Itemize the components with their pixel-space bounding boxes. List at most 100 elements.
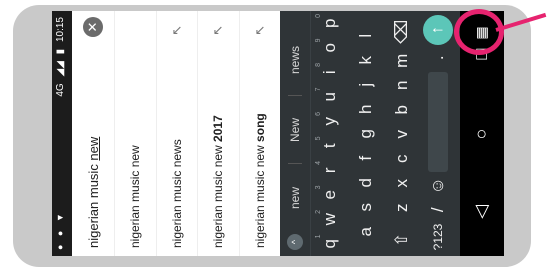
expand-suggestions-button[interactable]: ^ [287, 234, 303, 250]
key-w[interactable]: w2 [312, 207, 348, 232]
key-letter: e [320, 190, 339, 200]
period-key[interactable]: . [420, 46, 456, 71]
suggestion-text: nigerian music new song [253, 113, 267, 248]
search-bar[interactable]: nigerian music new ✕ [72, 11, 114, 256]
key-z[interactable]: z [384, 196, 420, 221]
key-number-hint: 2 [315, 210, 322, 214]
key-letter: q [320, 239, 339, 249]
suggestion-divider [288, 95, 302, 96]
key-a[interactable]: a [348, 220, 384, 245]
search-input[interactable]: nigerian music new [86, 137, 101, 248]
key-y[interactable]: y6 [312, 109, 348, 134]
key-b[interactable]: b [384, 98, 420, 123]
network-type: 4G [55, 83, 66, 97]
key-k[interactable]: k [348, 48, 384, 73]
battery-icon: ▮ [55, 48, 66, 55]
key-letter: y [320, 117, 339, 126]
keyboard: ^ new New news q1w2e3r4t5y6u7i8o9p0 asdf… [280, 11, 460, 256]
key-number-hint: 0 [315, 14, 322, 18]
rotated-screen-content: ● ● ▼ 4G ◢◢ ▮ 10:15 nigerian music new ✕… [52, 11, 504, 256]
suggestion-divider [288, 163, 302, 164]
key-letter: p [320, 18, 339, 28]
key-number-hint: 8 [315, 63, 322, 67]
key-letter: o [320, 43, 339, 53]
key-s[interactable]: s [348, 195, 384, 220]
keyboard-row-2: asdfghjkl [348, 11, 384, 256]
enter-key[interactable]: ↑ [423, 15, 453, 45]
suggestion-text: nigerian music new [128, 145, 142, 248]
key-letter: i [320, 70, 339, 75]
key-m[interactable]: m [384, 49, 420, 74]
key-x[interactable]: x [384, 171, 420, 196]
suggestion-bold: 2017 [211, 115, 225, 142]
key-p[interactable]: p0 [312, 11, 348, 36]
keyboard-row-1: q1w2e3r4t5y6u7i8o9p0 [312, 11, 348, 256]
fill-query-arrow-icon[interactable]: ↖ [210, 25, 226, 36]
key-c[interactable]: c [384, 147, 420, 172]
key-n[interactable]: n [384, 73, 420, 98]
space-key[interactable] [428, 72, 448, 172]
key-letter: t [320, 143, 339, 149]
search-current-word: new [86, 136, 101, 161]
key-h[interactable]: h [348, 97, 384, 122]
emoji-key[interactable]: ☺ [420, 174, 456, 199]
symbols-key[interactable]: ?123 [420, 222, 456, 252]
key-j[interactable]: j [348, 73, 384, 98]
fill-query-arrow-icon[interactable]: ↖ [252, 25, 268, 36]
suggestion-text: nigerian music news [170, 139, 184, 248]
suggestion-normal: nigerian music new [128, 145, 142, 248]
key-number-hint: 4 [315, 161, 322, 165]
phone-screen: ● ● ▼ 4G ◢◢ ▮ 10:15 nigerian music new ✕… [52, 11, 504, 256]
home-icon[interactable]: ○ [471, 122, 492, 146]
status-bar: ● ● ▼ 4G ◢◢ ▮ 10:15 [52, 11, 72, 256]
key-u[interactable]: u7 [312, 85, 348, 110]
clock: 10:15 [55, 17, 66, 43]
suggestion-item[interactable]: nigerian music new song ↖ [238, 11, 280, 256]
clear-search-button[interactable]: ✕ [83, 17, 103, 37]
key-e[interactable]: e3 [312, 183, 348, 208]
key-f[interactable]: f [348, 146, 384, 171]
keyboard-suggestion-new[interactable]: new [288, 168, 302, 228]
slash-key[interactable]: / [420, 198, 456, 223]
suggestion-normal: nigerian music news [169, 139, 184, 248]
suggestion-item[interactable]: nigerian music news ↖ [155, 11, 197, 256]
suggestion-bold: song [252, 113, 267, 142]
backspace-key[interactable]: ⌫ [384, 20, 420, 45]
suggestion-item[interactable]: nigerian music new ↖ [114, 11, 156, 256]
keyboard-suggestion-strip: ^ new New news [280, 11, 311, 256]
keyboard-row-3: ⇧ z x c v b n m ⌫ [384, 11, 420, 256]
back-icon[interactable]: ◁ [471, 200, 492, 224]
chevron-up-icon: ^ [290, 239, 300, 245]
close-icon: ✕ [85, 21, 100, 33]
suggestion-normal: nigerian music new [211, 141, 225, 248]
key-d[interactable]: d [348, 171, 384, 196]
key-number-hint: 9 [315, 38, 322, 43]
key-g[interactable]: g [348, 122, 384, 147]
highlight-circle [454, 9, 504, 55]
fill-query-arrow-icon[interactable]: ↖ [169, 25, 185, 36]
suggestion-text: nigerian music new 2017 [211, 115, 225, 248]
shift-key[interactable]: ⇧ [384, 228, 420, 253]
key-q[interactable]: q1 [312, 232, 348, 257]
key-v[interactable]: v [384, 122, 420, 147]
key-i[interactable]: i8 [312, 60, 348, 85]
keyboard-suggestion-New[interactable]: New [288, 100, 302, 160]
key-letter: w [320, 213, 339, 226]
key-number-hint: 5 [315, 136, 322, 141]
suggestion-normal: nigerian music new [252, 141, 267, 248]
key-t[interactable]: t5 [312, 134, 348, 159]
key-number-hint: 3 [315, 185, 322, 190]
notification-icons: ● ● ▼ [55, 210, 65, 250]
suggestion-item[interactable]: nigerian music new 2017 ↖ [197, 11, 239, 256]
keyboard-suggestion-news[interactable]: news [288, 30, 302, 90]
signal-icon: ◢◢ [55, 61, 66, 77]
key-number-hint: 6 [315, 112, 322, 116]
status-right-group: 4G ◢◢ ▮ 10:15 [55, 17, 66, 101]
key-number-hint: 1 [315, 234, 322, 239]
key-o[interactable]: o9 [312, 36, 348, 61]
key-r[interactable]: r4 [312, 158, 348, 183]
keyboard-row-4: ?123 / ☺ . ↑ [420, 11, 456, 256]
key-number-hint: 7 [315, 87, 322, 92]
key-l[interactable]: l [348, 24, 384, 49]
key-letter: r [320, 167, 339, 174]
